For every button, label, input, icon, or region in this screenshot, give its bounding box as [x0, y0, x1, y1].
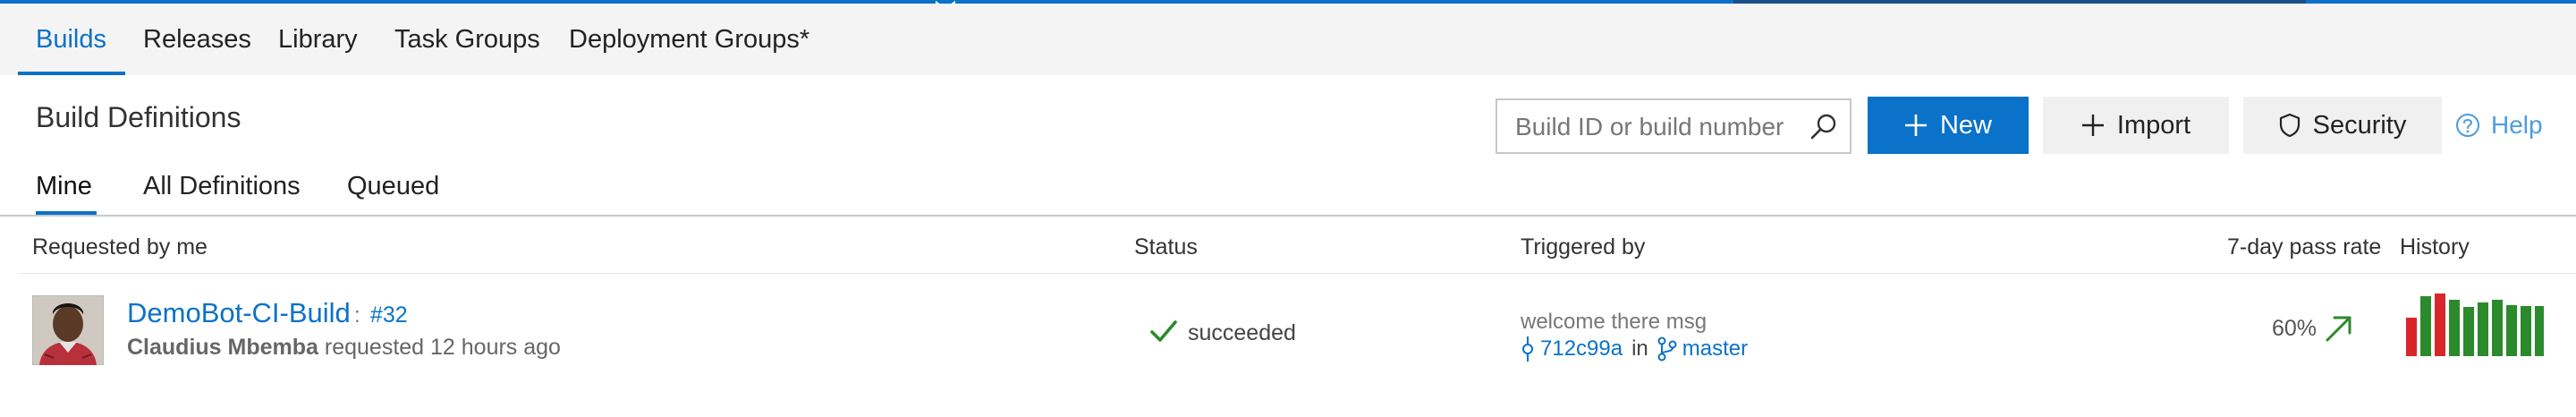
- history-bar-succeeded[interactable]: [2492, 300, 2503, 356]
- build-definition-link[interactable]: DemoBot-CI-Build: [127, 297, 351, 329]
- column-header-history: History: [2400, 234, 2470, 260]
- build-number-link[interactable]: #32: [370, 302, 408, 328]
- history-bar-succeeded[interactable]: [2506, 305, 2517, 356]
- build-search-input[interactable]: [1513, 107, 1803, 147]
- help-label: Help: [2491, 111, 2543, 139]
- help-link[interactable]: Help: [2455, 111, 2543, 140]
- history-bar-succeeded[interactable]: [2478, 302, 2488, 356]
- new-definition-button[interactable]: New: [1868, 97, 2029, 154]
- column-header-pass-rate[interactable]: 7-day pass rate: [2227, 234, 2381, 260]
- history-bar-succeeded[interactable]: [2420, 296, 2431, 356]
- column-header-requested: Requested by me: [32, 234, 208, 260]
- column-header-triggered[interactable]: Triggered by: [1521, 234, 1645, 260]
- pivot-divider: [0, 215, 2576, 217]
- plus-icon: [1904, 114, 1928, 137]
- hub-tab-releases[interactable]: Releases: [143, 25, 251, 55]
- history-bar-succeeded[interactable]: [2449, 300, 2460, 356]
- build-history-chart[interactable]: [2404, 290, 2544, 356]
- check-icon: [1150, 320, 1177, 342]
- import-button[interactable]: Import: [2043, 97, 2229, 154]
- branch-link[interactable]: master: [1682, 336, 1748, 362]
- history-bar-failed[interactable]: [2406, 318, 2417, 356]
- status-text: succeeded: [1188, 320, 1296, 345]
- requester-name: Claudius Mbemba: [127, 335, 318, 360]
- commit-icon: [1521, 336, 1535, 362]
- pivot-mine[interactable]: Mine: [36, 172, 92, 201]
- hub-tab-builds[interactable]: Builds: [36, 25, 106, 55]
- requested-time: requested 12 hours ago: [324, 335, 561, 360]
- column-header-status[interactable]: Status: [1134, 234, 1198, 260]
- hub-navigation: Builds Releases Library Task Groups Depl…: [0, 4, 2576, 75]
- requested-by-text: Claudius Mbemba requested 12 hours ago: [127, 335, 561, 361]
- history-bar-succeeded[interactable]: [2463, 307, 2474, 356]
- pivot-all-definitions[interactable]: All Definitions: [143, 172, 301, 201]
- build-separator: :: [354, 303, 360, 328]
- build-search-box[interactable]: [1496, 98, 1852, 154]
- history-bar-succeeded[interactable]: [2521, 306, 2531, 356]
- history-bar-succeeded[interactable]: [2535, 306, 2544, 356]
- pivot-queued[interactable]: Queued: [347, 172, 439, 201]
- in-text: in: [1631, 336, 1648, 361]
- import-button-label: Import: [2116, 110, 2191, 140]
- shield-icon: [2279, 113, 2301, 138]
- commit-info: 712c99a in master: [1521, 336, 1748, 362]
- history-bar-failed[interactable]: [2435, 294, 2445, 356]
- plus-icon: [2081, 114, 2105, 137]
- hub-tab-deployment-groups[interactable]: Deployment Groups*: [569, 25, 809, 55]
- help-circle-icon: [2455, 113, 2480, 138]
- avatar: [32, 295, 104, 365]
- pass-rate-value: 60%: [2272, 316, 2318, 341]
- hub-tab-task-groups[interactable]: Task Groups: [394, 25, 540, 55]
- security-button[interactable]: Security: [2243, 97, 2442, 154]
- hub-tab-library[interactable]: Library: [278, 25, 358, 55]
- search-icon[interactable]: [1809, 112, 1839, 142]
- security-button-label: Security: [2312, 110, 2407, 140]
- new-button-label: New: [1939, 110, 1992, 140]
- trigger-message: welcome there msg: [1521, 310, 1707, 334]
- active-hub-tab-indicator: [18, 72, 125, 75]
- commit-link[interactable]: 712c99a: [1540, 336, 1623, 362]
- arrow-up-right-icon: [2326, 316, 2351, 342]
- page-title: Build Definitions: [36, 101, 242, 133]
- branch-icon: [1657, 336, 1677, 362]
- header-divider: [20, 273, 2576, 274]
